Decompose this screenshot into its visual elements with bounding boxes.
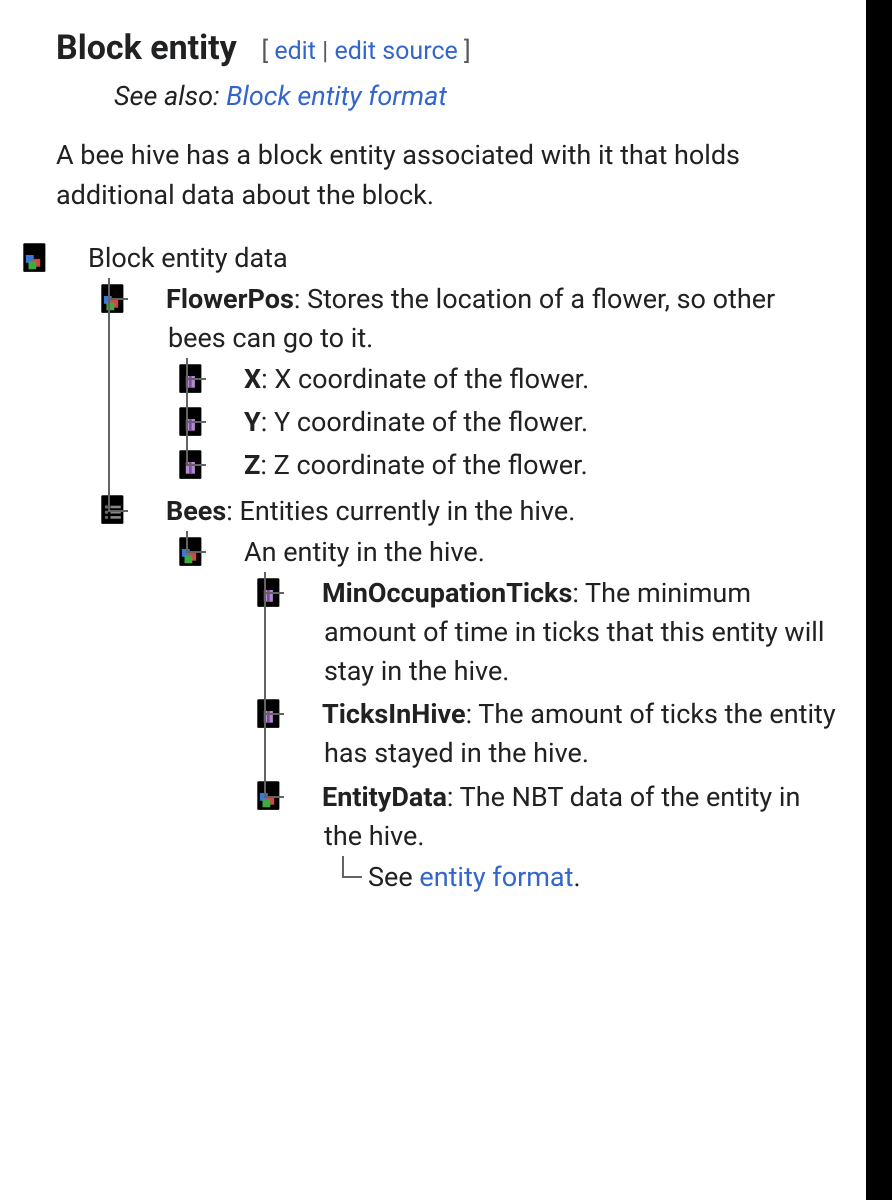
field-desc: : X coordinate of the flower. (261, 363, 589, 395)
field-name: MinOccupationTicks (322, 577, 572, 609)
tree-item-bees: Bees: Entities currently in the hive. An… (108, 490, 836, 905)
tree-item-entity: An entity in the hive. MinOccupationTick… (186, 531, 836, 903)
tree-item-y: Y: Y coordinate of the flower. (186, 401, 836, 444)
section-title: Block entity (56, 28, 237, 68)
section-header: Block entity [ edit | edit source ] (56, 24, 836, 73)
int-icon (290, 698, 316, 728)
root-label: Block entity data (88, 242, 288, 274)
field-name: EntityData (322, 781, 447, 813)
see-also-link[interactable]: Block entity format (226, 80, 447, 112)
tree-item-entitydata: EntityData: The NBT data of the entity i… (264, 776, 836, 901)
field-name: Z (244, 449, 260, 481)
nbt-tree: Block entity data FlowerPos: Stores the … (56, 237, 836, 907)
tree-item-x: X: X coordinate of the flower. (186, 358, 836, 401)
bracket-close: ] (458, 37, 471, 66)
int-icon (290, 577, 316, 607)
compound-icon (290, 780, 316, 810)
edit-links: [ edit | edit source ] (261, 37, 470, 66)
tree-item-z: Z: Z coordinate of the flower. (186, 444, 836, 487)
field-name: FlowerPos (166, 283, 294, 315)
separator: | (316, 37, 335, 66)
field-name: TicksInHive (322, 698, 466, 730)
field-name: X (244, 363, 261, 395)
list-icon (134, 494, 160, 524)
entity-format-link[interactable]: entity format (419, 861, 573, 893)
entity-label: An entity in the hive. (244, 536, 485, 568)
compound-icon (56, 242, 82, 272)
see-suffix: . (573, 861, 580, 893)
tree-item-ticksinhive: TicksInHive: The amount of ticks the ent… (264, 693, 836, 775)
compound-icon (134, 283, 160, 313)
int-icon (212, 449, 238, 479)
tree-item-see-entity-format: See entity format. (342, 856, 836, 899)
tree-root: Block entity data FlowerPos: Stores the … (56, 237, 836, 907)
field-desc: : Y coordinate of the flower. (261, 406, 588, 438)
edit-source-link[interactable]: edit source (334, 37, 457, 66)
bracket-open: [ (261, 37, 274, 66)
tree-item-flowerpos: FlowerPos: Stores the location of a flow… (108, 278, 836, 490)
tree-item-minoccupation: MinOccupationTicks: The minimum amount o… (264, 572, 836, 693)
field-name: Y (244, 406, 261, 438)
field-desc: : Z coordinate of the flower. (260, 449, 587, 481)
compound-icon (212, 536, 238, 566)
article-section: Block entity [ edit | edit source ] See … (0, 0, 892, 1200)
int-icon (212, 363, 238, 393)
see-prefix: See (368, 861, 419, 893)
intro-paragraph: A bee hive has a block entity associated… (56, 136, 836, 214)
see-also: See also: Block entity format (114, 77, 836, 116)
see-also-prefix: See also: (114, 80, 226, 112)
field-desc: : Entities currently in the hive. (226, 495, 575, 527)
edit-link[interactable]: edit (274, 37, 316, 66)
field-name: Bees (166, 495, 226, 527)
int-icon (212, 406, 238, 436)
